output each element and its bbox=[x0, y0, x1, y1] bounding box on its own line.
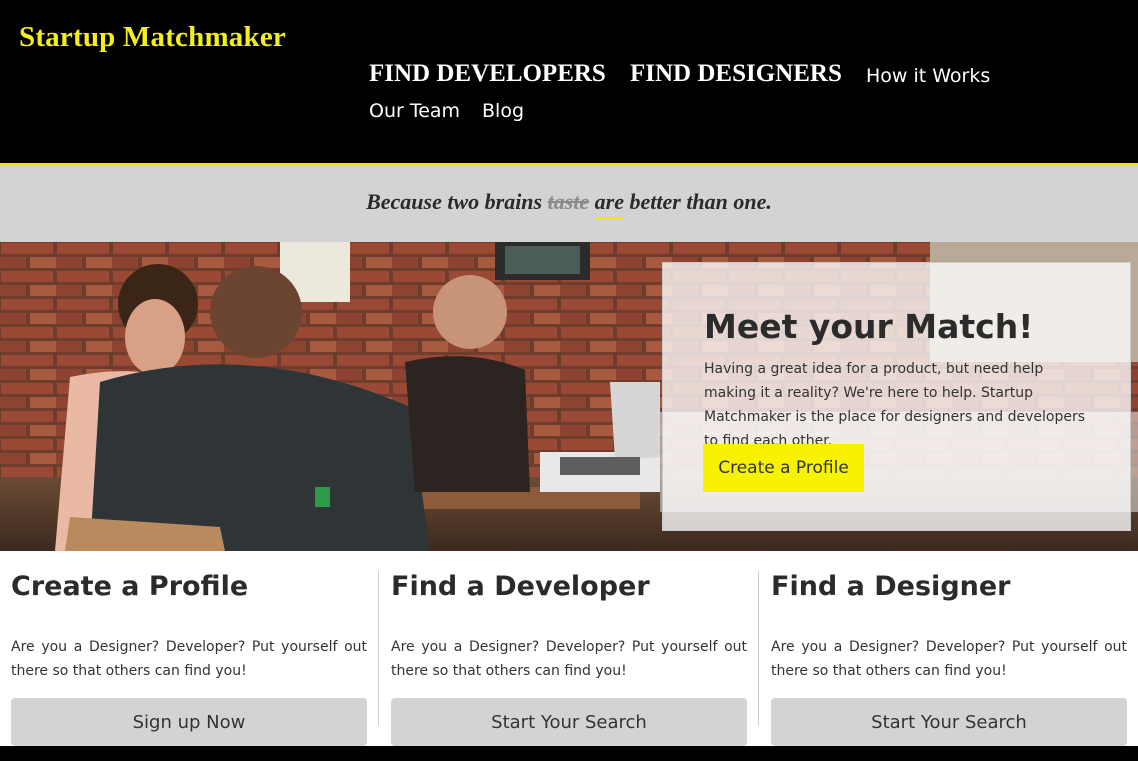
tagline-struck-word: taste bbox=[547, 189, 590, 214]
site-header: Startup Matchmaker FIND DEVELOPERS FIND … bbox=[0, 0, 1138, 165]
nav-link-find-developers[interactable]: FIND DEVELOPERS bbox=[369, 60, 606, 88]
features-section: Create a Profile Are you a Designer? Dev… bbox=[0, 551, 1138, 746]
feature-find-developer: Find a Developer Are you a Designer? Dev… bbox=[391, 571, 747, 746]
hero-section: Meet your Match! Having a great idea for… bbox=[0, 242, 1138, 551]
hero-description: Having a great idea for a product, but n… bbox=[704, 361, 1085, 449]
tagline-underlined-word: are bbox=[594, 189, 624, 219]
feature-create-profile: Create a Profile Are you a Designer? Dev… bbox=[11, 571, 367, 746]
nav-link-our-team[interactable]: Our Team bbox=[369, 100, 460, 122]
feature-title: Find a Developer bbox=[391, 571, 650, 602]
footer-strip bbox=[0, 746, 1138, 761]
feature-title: Find a Designer bbox=[771, 571, 1011, 602]
start-search-developer-button[interactable]: Start Your Search bbox=[391, 698, 747, 746]
start-search-designer-button[interactable]: Start Your Search bbox=[771, 698, 1127, 746]
sign-up-now-button[interactable]: Sign up Now bbox=[11, 698, 367, 746]
tagline-space bbox=[589, 189, 595, 214]
tagline: Because two brains taste are better than… bbox=[0, 189, 1138, 219]
site-logo[interactable]: Startup Matchmaker bbox=[19, 21, 286, 54]
nav-link-find-designers[interactable]: FIND DESIGNERS bbox=[630, 60, 842, 88]
hero-title: Meet your Match! bbox=[704, 307, 1034, 346]
nav-link-how-it-works[interactable]: How it Works bbox=[866, 65, 990, 87]
feature-text: Are you a Designer? Developer? Put yours… bbox=[771, 639, 1127, 679]
create-profile-button[interactable]: Create a Profile bbox=[703, 444, 864, 492]
tagline-part2: better than one. bbox=[624, 189, 772, 214]
nav-link-blog[interactable]: Blog bbox=[482, 100, 524, 122]
column-divider bbox=[378, 571, 379, 726]
tagline-part1: Because two brains bbox=[366, 189, 548, 214]
column-divider bbox=[758, 571, 759, 726]
feature-title: Create a Profile bbox=[11, 571, 249, 602]
feature-text: Are you a Designer? Developer? Put yours… bbox=[11, 639, 367, 679]
hero-card: Meet your Match! Having a great idea for… bbox=[662, 262, 1131, 531]
tagline-bar: Because two brains taste are better than… bbox=[0, 165, 1138, 242]
feature-text: Are you a Designer? Developer? Put yours… bbox=[391, 639, 747, 679]
feature-find-designer: Find a Designer Are you a Designer? Deve… bbox=[771, 571, 1127, 746]
